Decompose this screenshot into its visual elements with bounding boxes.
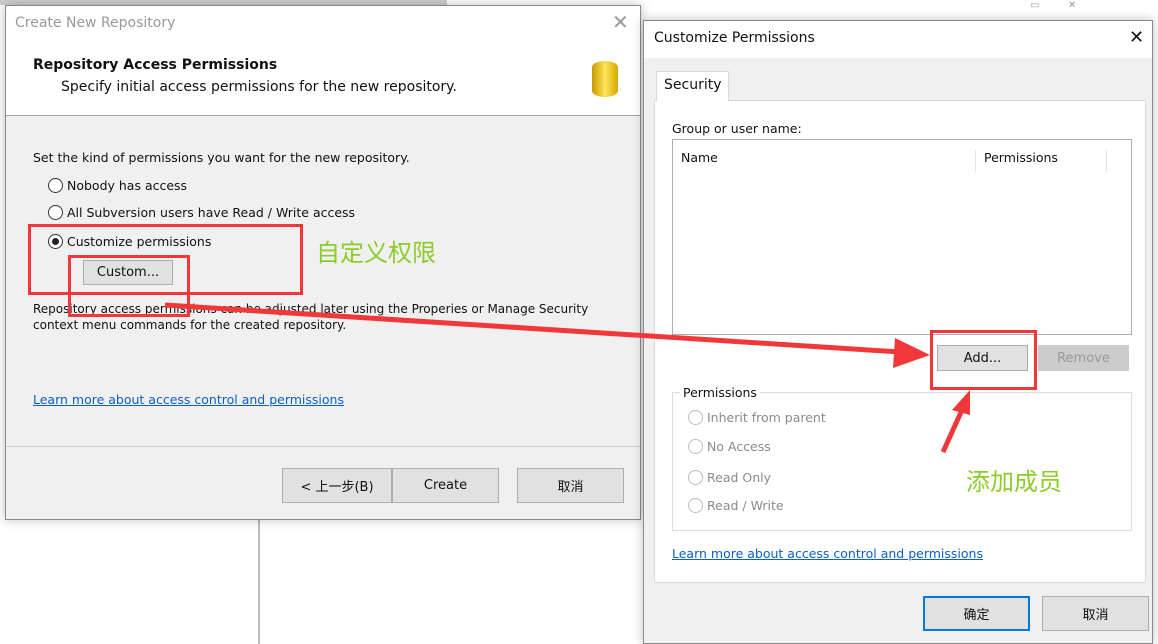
add-member-note: 添加成员: [966, 468, 1062, 496]
custom-permissions-note: 自定义权限: [316, 239, 436, 267]
annotation-arrows: [164, 302, 970, 454]
arrow-to-add: [164, 302, 930, 368]
arrow-from-add-note: [940, 390, 970, 454]
